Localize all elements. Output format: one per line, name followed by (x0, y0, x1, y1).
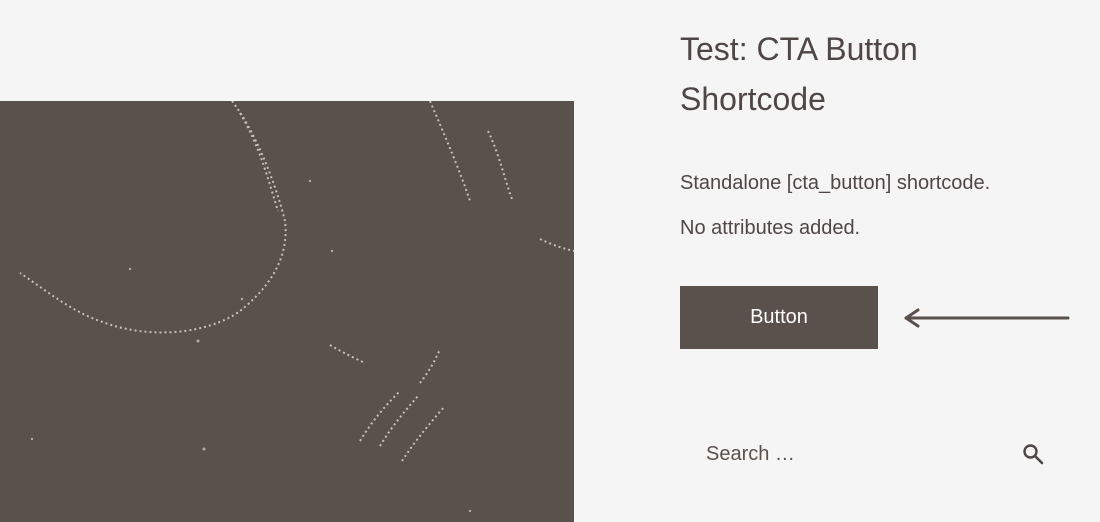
arrow-left-icon (904, 308, 1070, 328)
cta-button[interactable]: Button (680, 286, 878, 349)
featured-image (0, 101, 574, 522)
post-title: Test: CTA Button Shortcode (680, 31, 918, 117)
search-input[interactable] (680, 422, 1060, 486)
search-icon (1023, 443, 1044, 464)
search-form (680, 422, 1060, 486)
featured-image-texture (19, 101, 574, 513)
post-description-line-2: No attributes added. (680, 217, 861, 239)
search-button[interactable] (1018, 440, 1048, 470)
post-description-line-1: Standalone [cta_button] shortcode. (680, 172, 991, 194)
